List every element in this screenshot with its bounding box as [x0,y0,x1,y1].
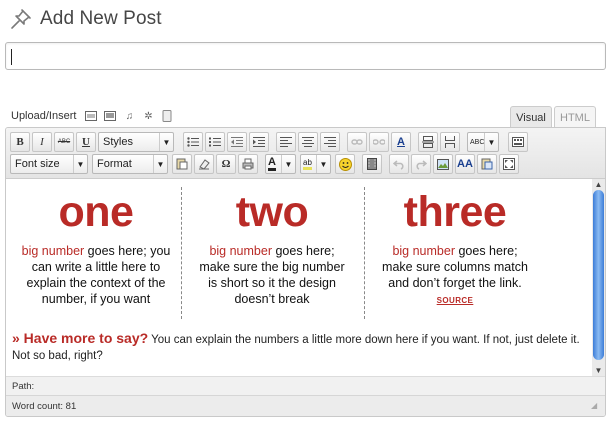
redo-icon[interactable] [411,154,431,174]
format-value: Format [97,158,132,170]
text-color-button[interactable]: A ▼ [265,154,296,174]
insert-more-icon[interactable]: A [391,132,411,152]
word-count-bar: Word count: 81 ◢ [6,395,605,416]
big-number: one [58,188,134,236]
find-replace-icon[interactable]: AA [455,154,475,174]
tab-visual[interactable]: Visual [510,106,552,128]
insert-image-icon[interactable] [433,154,453,174]
special-character-button[interactable]: Ω [216,154,236,174]
bullet-list-icon[interactable] [183,132,203,152]
chevron-down-icon: ▼ [316,155,330,173]
highlight-label: ab [303,158,312,170]
editor-toolbar: B I ABC U Styles ▼ A ABC ▼ Font size ▼ F… [6,128,605,179]
number-description: big number goes here; you can write a li… [21,244,171,306]
horizontal-rule-icon[interactable] [440,132,460,152]
big-number: three [403,188,507,236]
video-icon[interactable] [103,110,117,122]
number-column-2: two big number goes here; make sure the … [182,187,362,307]
highlight-color-button[interactable]: ab ▼ [300,154,331,174]
editor-box: B I ABC U Styles ▼ A ABC ▼ Font size ▼ F… [5,127,606,417]
smiley-icon[interactable] [335,154,355,174]
scroll-up-icon[interactable]: ▲ [592,179,605,189]
align-left-icon[interactable] [276,132,296,152]
outdent-icon[interactable] [227,132,247,152]
scrollbar[interactable]: ▲ ▼ [592,179,605,376]
audio-icon[interactable]: ♫ [122,110,136,122]
print-icon[interactable] [238,154,258,174]
image-icon[interactable] [84,110,98,122]
media-buttons: Upload/Insert ♫ ✲ [11,109,179,123]
toolbar-row-1: B I ABC U Styles ▼ A ABC ▼ [10,132,530,152]
other-media-icon[interactable] [160,110,174,122]
strikethrough-button[interactable]: ABC [54,132,74,152]
tab-html[interactable]: HTML [554,106,596,128]
chevron-down-icon: ▼ [73,155,87,173]
page-break-icon[interactable] [418,132,438,152]
editor-content[interactable]: one big number goes here; you can write … [6,179,589,376]
path-label: Path: [12,381,35,392]
text-caret [11,49,12,65]
link-icon[interactable] [347,132,367,152]
paste-text-icon[interactable] [172,154,192,174]
chevron-down-icon: ▼ [153,155,167,173]
scrollbar-thumb[interactable] [593,190,604,360]
page-title: Add New Post [40,8,162,29]
number-description: big number goes here; make sure columns … [382,244,528,305]
numbered-list-icon[interactable] [205,132,225,152]
upload-insert-label: Upload/Insert [11,110,77,122]
spellcheck-button[interactable]: ABC ▼ [467,132,499,152]
scroll-down-icon[interactable]: ▼ [592,365,605,375]
media-embed-icon[interactable] [362,154,382,174]
styles-select-value: Styles [103,136,133,148]
format-select[interactable]: Format ▼ [92,154,168,174]
number-description: big number goes here; make sure the big … [199,244,345,306]
bold-button[interactable]: B [10,132,30,152]
toolbar-row-2: Font size ▼ Format ▼ Ω A ▼ ab ▼ AA [10,154,521,174]
fullscreen-icon[interactable] [499,154,519,174]
chevron-down-icon: ▼ [281,155,295,173]
paste-word-icon[interactable] [477,154,497,174]
word-count: Word count: 81 [12,401,77,412]
chevron-down-icon: ▼ [159,133,173,151]
number-column-1: one big number goes here; you can write … [6,187,186,307]
align-right-icon[interactable] [320,132,340,152]
path-bar: Path: [6,376,605,395]
underline-button[interactable]: U [76,132,96,152]
font-size-value: Font size [15,158,60,170]
undo-icon[interactable] [389,154,409,174]
source-link[interactable]: SOURCE [437,296,474,305]
chevron-down-icon: ▼ [484,133,498,151]
text-color-label: A [268,157,276,171]
more-heading: » Have more to say? [12,330,149,346]
styles-select[interactable]: Styles ▼ [98,132,174,152]
indent-icon[interactable] [249,132,269,152]
font-size-select[interactable]: Font size ▼ [10,154,88,174]
media-icon[interactable]: ✲ [141,110,155,122]
number-column-3: three big number goes here; make sure co… [365,187,545,309]
kitchen-sink-icon[interactable] [508,132,528,152]
eraser-icon[interactable] [194,154,214,174]
unlink-icon[interactable] [369,132,389,152]
pushpin-icon [11,9,31,29]
big-number: two [235,188,309,236]
post-title-input[interactable] [5,42,606,70]
more-paragraph: » Have more to say? You can explain the … [12,330,582,364]
align-center-icon[interactable] [298,132,318,152]
italic-button[interactable]: I [32,132,52,152]
resize-grip-icon[interactable]: ◢ [591,401,601,411]
spellcheck-label: ABC [470,138,485,146]
page-header: Add New Post [8,6,162,32]
